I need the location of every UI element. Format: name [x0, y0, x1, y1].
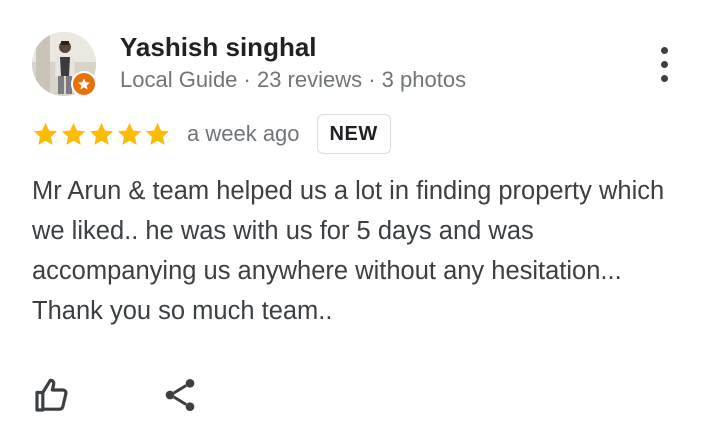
- thumb-up-icon: [35, 378, 68, 412]
- review-time: a week ago: [187, 121, 300, 146]
- share-icon: [165, 379, 195, 411]
- reviewer-name[interactable]: Yashish singhal: [120, 31, 317, 63]
- more-vert-icon-dot: [660, 60, 668, 68]
- more-vert-icon-dot: [660, 46, 668, 54]
- more-vert-icon-dot: [660, 74, 668, 82]
- review-text: Mr Arun & team helped us a lot in findin…: [32, 177, 665, 325]
- star-rating: [32, 121, 171, 148]
- star-icon: [89, 122, 114, 145]
- review-card: Yashish singhal Local Guide · 23 reviews…: [0, 0, 720, 441]
- star-icon: [117, 122, 142, 145]
- share-button[interactable]: [158, 373, 202, 417]
- star-icon: [145, 122, 170, 145]
- more-options-button[interactable]: [644, 42, 684, 86]
- rating-row: a week ago NEW: [32, 112, 391, 156]
- like-button[interactable]: [30, 373, 74, 417]
- new-badge: NEW: [316, 114, 391, 154]
- star-icon: [33, 122, 58, 145]
- local-guide-star-icon: [71, 71, 97, 97]
- star-icon: [61, 122, 86, 145]
- reviewer-meta[interactable]: Local Guide · 23 reviews · 3 photos: [120, 66, 466, 94]
